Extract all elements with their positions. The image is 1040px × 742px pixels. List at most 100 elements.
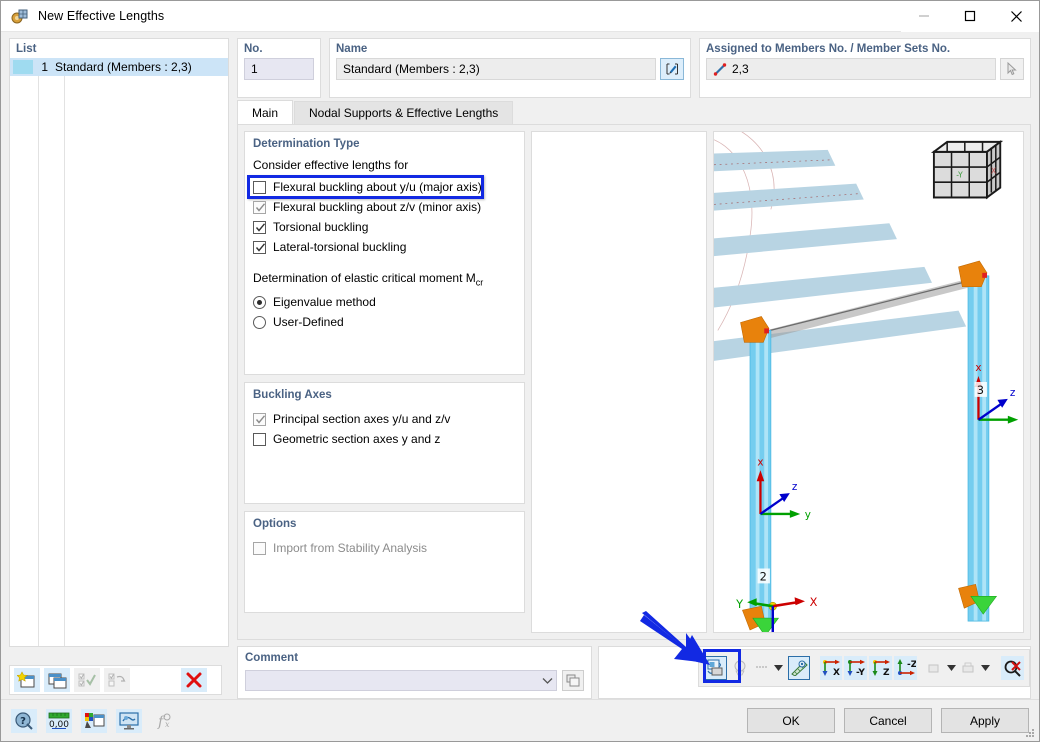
- display-properties-icon[interactable]: [926, 656, 943, 680]
- close-button[interactable]: [993, 0, 1039, 32]
- copy-item-icon[interactable]: [44, 668, 70, 692]
- reset-zoom-icon[interactable]: [1001, 656, 1025, 680]
- checkbox-principal-section-axes[interactable]: Principal section axes y/u and z/v: [253, 409, 516, 429]
- info-icon[interactable]: i: [728, 656, 752, 680]
- tab-nodal-supports[interactable]: Nodal Supports & Effective Lengths: [294, 101, 514, 124]
- apply-button[interactable]: Apply: [941, 708, 1029, 733]
- footer-tools: ? 0,00 f x: [11, 708, 177, 733]
- dimension-icon[interactable]: [753, 656, 770, 680]
- view-cube-face-x: X: [991, 167, 997, 176]
- mcr-label-text: Determination of elastic critical moment…: [253, 271, 476, 285]
- resize-grip[interactable]: [1024, 727, 1036, 739]
- list-item-label: Standard (Members : 2,3): [55, 60, 192, 74]
- comment-combobox[interactable]: [245, 670, 557, 691]
- ok-button[interactable]: OK: [747, 708, 835, 733]
- radio-dot: [257, 299, 262, 305]
- formula-icon[interactable]: f x: [151, 708, 177, 733]
- checkbox-box-geometric-axes[interactable]: [253, 432, 266, 446]
- new-item-icon[interactable]: [14, 668, 40, 692]
- units-icon[interactable]: 0,00: [46, 708, 72, 733]
- render-mode-icon[interactable]: [704, 656, 727, 680]
- checkbox-box-lateral-torsional[interactable]: [253, 240, 266, 254]
- help-icon[interactable]: ?: [11, 708, 37, 733]
- copy-comment-icon[interactable]: [562, 670, 584, 691]
- radio-box-eigenvalue[interactable]: [253, 295, 266, 309]
- main-content: Main Nodal Supports & Effective Lengths …: [237, 98, 1031, 699]
- name-input[interactable]: Standard (Members : 2,3): [336, 58, 656, 80]
- checkbox-lateral-torsional-buckling[interactable]: Lateral-torsional buckling: [253, 237, 516, 257]
- list-extended-body[interactable]: [9, 97, 229, 647]
- minimize-button[interactable]: [901, 0, 947, 32]
- local-axis-z-label-3: z: [1010, 386, 1016, 399]
- checkbox-label-flexural-y: Flexural buckling about y/u (major axis): [273, 180, 482, 194]
- member-label-3: 3: [977, 383, 984, 397]
- invert-selection-icon[interactable]: [104, 668, 130, 692]
- checkbox-label-lateral-torsional: Lateral-torsional buckling: [273, 240, 407, 254]
- options-title: Options: [253, 518, 297, 530]
- display-icon[interactable]: [116, 708, 142, 733]
- check-mark-icon: [255, 202, 266, 216]
- edit-name-icon[interactable]: [660, 58, 684, 80]
- mcr-label: Determination of elastic critical moment…: [253, 271, 516, 287]
- radio-user-defined[interactable]: User-Defined: [253, 312, 516, 332]
- member-label-2: 2: [760, 569, 767, 583]
- view-cube-face-negative-y: -Y: [956, 170, 963, 179]
- options-group: Options Import from Stability Analysis: [244, 511, 525, 613]
- assigned-members-value: 2,3: [732, 62, 749, 76]
- model-view-panel[interactable]: -Y X x y: [713, 131, 1024, 633]
- list-column-divider-1-ext: [38, 97, 39, 646]
- member-icon: [713, 62, 727, 76]
- checkbox-box-flexural-z[interactable]: [253, 200, 266, 216]
- model-3d-scene[interactable]: -Y X x y: [714, 132, 1023, 632]
- radio-box-user-defined[interactable]: [253, 315, 266, 329]
- local-axis-y-label-2: y: [805, 508, 811, 521]
- assigned-members-panel: Assigned to Members No. / Member Sets No…: [699, 38, 1031, 98]
- svg-text:X: X: [833, 668, 840, 677]
- checkbox-flexural-buckling-z[interactable]: Flexural buckling about z/v (minor axis): [253, 197, 516, 217]
- buckling-axes-title: Buckling Axes: [253, 389, 332, 401]
- select-members-icon[interactable]: [1000, 58, 1024, 80]
- check-mark-icon: [255, 414, 266, 428]
- view-in-z-icon[interactable]: Z: [869, 656, 893, 680]
- tab-main[interactable]: Main: [237, 100, 294, 124]
- display-properties-dropdown-icon[interactable]: [944, 656, 959, 680]
- list-body[interactable]: 1 Standard (Members : 2,3): [9, 58, 229, 98]
- view-in-x-icon[interactable]: X: [819, 656, 843, 680]
- checkbox-label-import-stability: Import from Stability Analysis: [273, 541, 428, 555]
- name-panel: Name Standard (Members : 2,3): [329, 38, 691, 98]
- check-mark-icon: [255, 222, 266, 236]
- local-axis-z-label-2: z: [792, 480, 798, 493]
- maximize-button[interactable]: [947, 0, 993, 32]
- checkbox-box-torsional[interactable]: [253, 220, 266, 236]
- comment-title: Comment: [245, 652, 299, 664]
- checkbox-label-geometric-axes: Geometric section axes y and z: [273, 432, 441, 446]
- view-in-negative-z-icon[interactable]: -Z: [894, 656, 917, 680]
- checkbox-box-flexural-y[interactable]: [253, 180, 266, 194]
- number-input[interactable]: 1: [244, 58, 314, 80]
- checkbox-geometric-section-axes[interactable]: Geometric section axes y and z: [253, 429, 516, 449]
- cancel-button[interactable]: Cancel: [844, 708, 932, 733]
- checkbox-import-from-stability[interactable]: Import from Stability Analysis: [253, 538, 516, 558]
- select-all-icon[interactable]: [74, 668, 100, 692]
- checkbox-torsional-buckling[interactable]: Torsional buckling: [253, 217, 516, 237]
- dimension-dropdown-icon[interactable]: [771, 656, 786, 680]
- radio-eigenvalue-method[interactable]: Eigenvalue method: [253, 292, 516, 312]
- footer-bar: ? 0,00 f x OK Cancel Apply: [1, 699, 1039, 741]
- assigned-members-input[interactable]: 2,3: [706, 58, 996, 80]
- measure-icon[interactable]: [787, 656, 811, 680]
- print-dropdown-icon[interactable]: [978, 656, 992, 680]
- checkbox-box-principal-axes[interactable]: [253, 412, 266, 428]
- determination-type-group: Determination Type Consider effective le…: [244, 131, 525, 375]
- list-item[interactable]: 1 Standard (Members : 2,3): [10, 58, 228, 76]
- checkbox-flexural-buckling-y[interactable]: Flexural buckling about y/u (major axis): [253, 177, 516, 197]
- global-axis-y-label: Y: [735, 597, 744, 611]
- mcr-label-subscript: cr: [475, 277, 484, 288]
- delete-item-icon[interactable]: [181, 668, 207, 692]
- colors-icon[interactable]: [81, 708, 107, 733]
- assigned-members-label: Assigned to Members No. / Member Sets No…: [706, 43, 951, 55]
- chevron-down-icon[interactable]: [538, 677, 556, 685]
- checkbox-box-import-stability[interactable]: [253, 541, 266, 555]
- list-toolbar: [9, 665, 222, 695]
- print-icon[interactable]: [960, 656, 977, 680]
- view-in-negative-y-icon[interactable]: -Y: [844, 656, 868, 680]
